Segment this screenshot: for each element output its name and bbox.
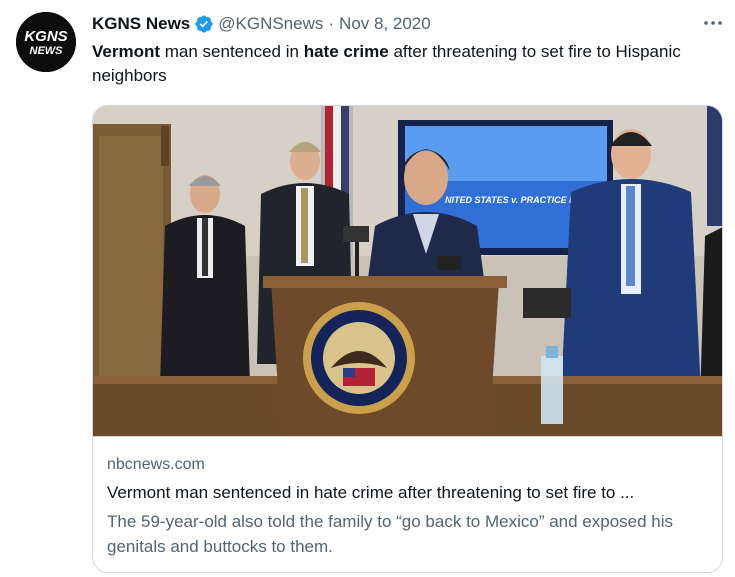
- more-horizontal-icon[interactable]: [699, 12, 727, 34]
- tweet-header: KGNS News @KGNSnews · Nov 8, 2020: [92, 13, 431, 35]
- separator-dot: ·: [328, 14, 335, 33]
- kgns-logo: KGNS NEWS: [16, 12, 76, 72]
- avatar[interactable]: KGNS NEWS: [16, 12, 76, 72]
- logo-line-2: NEWS: [30, 45, 64, 57]
- logo-line-1: KGNS: [24, 28, 67, 45]
- tweet-text-part: hate crime: [303, 42, 389, 61]
- link-card[interactable]: NITED STATES v. PRACTICE FUSI nbcnews.co…: [92, 105, 723, 573]
- tweet-date[interactable]: Nov 8, 2020: [339, 13, 431, 35]
- screen-text: NITED STATES v. PRACTICE FUSI: [445, 195, 590, 205]
- tweet-text-part: Vermont: [92, 42, 161, 61]
- card-image[interactable]: NITED STATES v. PRACTICE FUSI: [93, 106, 722, 437]
- card-domain: nbcnews.com: [107, 456, 205, 473]
- tweet-text: Vermont man sentenced in hate crime afte…: [92, 40, 717, 88]
- press-conference-photo: NITED STATES v. PRACTICE FUSI: [93, 106, 722, 436]
- display-name[interactable]: KGNS News: [92, 13, 190, 35]
- tweet-text-part: man sentenced in: [160, 42, 304, 61]
- card-title: Vermont man sentenced in hate crime afte…: [107, 483, 635, 502]
- card-description: The 59-year-old also told the family to …: [107, 512, 674, 556]
- verified-badge-icon: [194, 14, 214, 34]
- user-handle[interactable]: @KGNSnews: [218, 13, 323, 35]
